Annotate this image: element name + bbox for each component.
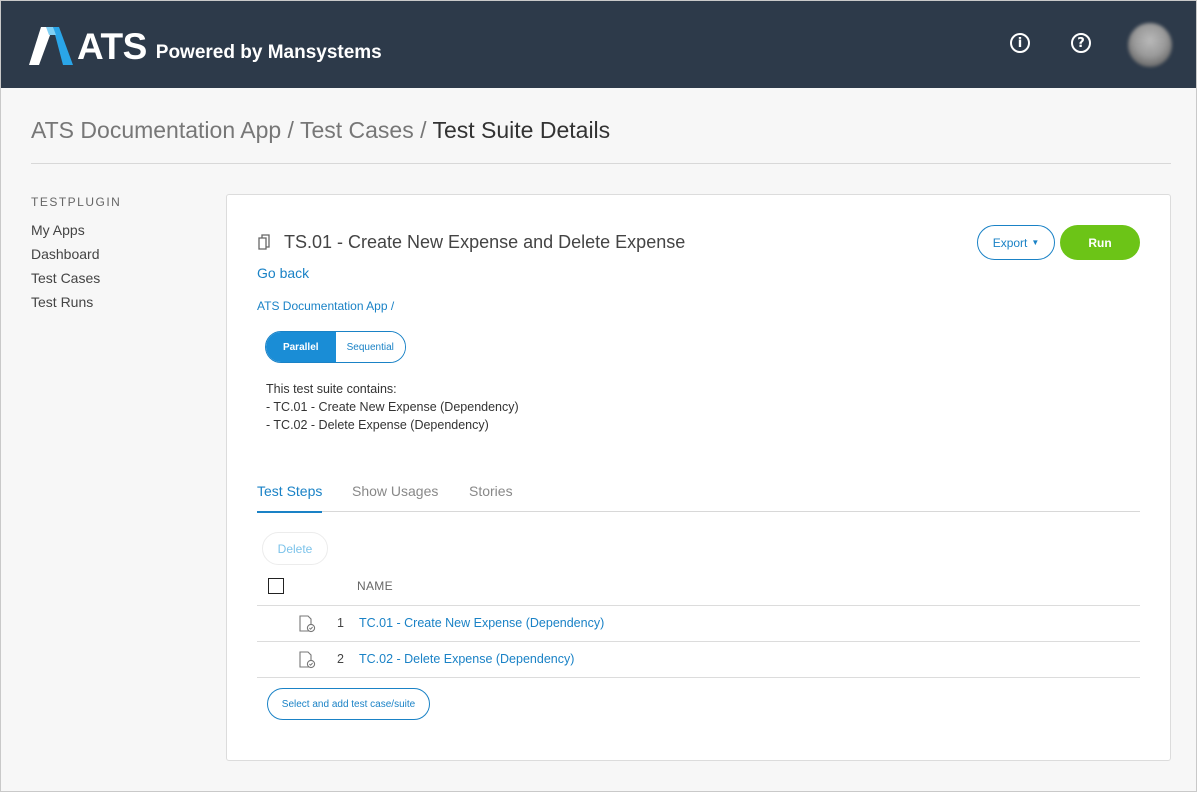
select-and-add-button[interactable]: Select and add test case/suite (267, 688, 430, 720)
brand-tagline: Powered by Mansystems (155, 42, 382, 63)
suite-title: TS.01 - Create New Expense and Delete Ex… (284, 232, 686, 252)
go-back-link[interactable]: Go back (257, 265, 309, 281)
tabs-divider (257, 511, 1140, 512)
info-icon[interactable]: i (1010, 33, 1030, 53)
app-breadcrumb: ATS Documentation App / (257, 299, 394, 313)
sidebar-item-test-cases[interactable]: Test Cases (31, 270, 100, 286)
tab-stories[interactable]: Stories (469, 483, 513, 499)
table-row-divider (257, 677, 1140, 678)
parallel-toggle-option[interactable]: Parallel (266, 332, 336, 362)
ats-logo-mark-icon (29, 27, 73, 65)
active-tab-indicator (257, 511, 322, 513)
app-breadcrumb-link[interactable]: ATS Documentation App (257, 299, 388, 313)
test-suite-card (226, 194, 1171, 761)
ats-logo[interactable]: ATS Powered by Mansystems (29, 25, 382, 65)
breadcrumb-separator: / (281, 117, 300, 143)
breadcrumb-app[interactable]: ATS Documentation App (31, 117, 281, 143)
breadcrumb-test-cases[interactable]: Test Cases (300, 117, 414, 143)
table-row-divider (257, 605, 1140, 606)
step-number: 1 (337, 616, 344, 630)
step-number: 2 (337, 652, 344, 666)
export-dropdown-button[interactable]: Export ▼ (977, 225, 1055, 260)
title-divider (31, 163, 1171, 164)
page-breadcrumb-title: ATS Documentation App / Test Cases / Tes… (31, 117, 610, 144)
breadcrumb-separator: / (413, 117, 433, 143)
sidebar-heading: TESTPLUGIN (31, 195, 122, 209)
sidebar-item-my-apps[interactable]: My Apps (31, 222, 85, 238)
brand-name: ATS (77, 26, 147, 67)
suite-description-line: - TC.01 - Create New Expense (Dependency… (266, 400, 519, 414)
execution-mode-toggle: Parallel Sequential (265, 331, 406, 363)
delete-button[interactable]: Delete (262, 532, 328, 565)
sidebar-item-dashboard[interactable]: Dashboard (31, 246, 100, 262)
top-navbar: ATS Powered by Mansystems i ? (1, 1, 1196, 88)
test-case-icon (298, 615, 316, 638)
step-name-link[interactable]: TC.02 - Delete Expense (Dependency) (359, 652, 574, 666)
sequential-toggle-option[interactable]: Sequential (335, 332, 405, 362)
test-suite-document-icon (258, 234, 272, 255)
caret-down-icon: ▼ (1031, 238, 1040, 247)
column-header-name[interactable]: NAME (357, 579, 393, 593)
run-button[interactable]: Run (1060, 225, 1140, 260)
tab-show-usages[interactable]: Show Usages (352, 483, 438, 499)
tab-test-steps[interactable]: Test Steps (257, 483, 322, 499)
test-case-icon (298, 651, 316, 674)
export-label: Export (992, 235, 1028, 250)
suite-description-line: This test suite contains: (266, 382, 397, 396)
sidebar-item-test-runs[interactable]: Test Runs (31, 294, 93, 310)
help-icon[interactable]: ? (1071, 33, 1091, 53)
step-name-link[interactable]: TC.01 - Create New Expense (Dependency) (359, 616, 604, 630)
user-avatar[interactable] (1128, 23, 1172, 67)
select-all-checkbox[interactable] (268, 578, 284, 594)
app-breadcrumb-separator: / (390, 299, 395, 313)
table-row-divider (257, 641, 1140, 642)
suite-description-line: - TC.02 - Delete Expense (Dependency) (266, 418, 489, 432)
breadcrumb-current: Test Suite Details (432, 117, 611, 143)
